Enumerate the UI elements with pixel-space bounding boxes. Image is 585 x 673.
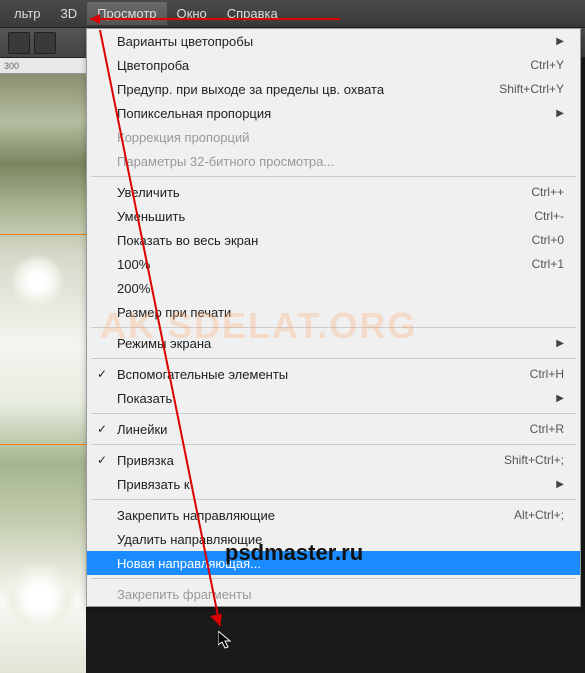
canvas-image xyxy=(0,74,86,673)
menu-separator xyxy=(91,578,576,579)
menu-item[interactable]: ✓ Вспомогательные элементыCtrl+H xyxy=(87,362,580,386)
menu-item: Коррекция пропорций xyxy=(87,125,580,149)
cursor-icon xyxy=(218,631,234,656)
menu-item-shortcut: Shift+Ctrl+; xyxy=(504,453,564,467)
menu-item-shortcut: Ctrl++ xyxy=(531,185,564,199)
menu-item-label: Попиксельная пропорция xyxy=(117,106,556,121)
menu-item-label: 200% xyxy=(117,281,564,296)
menubar: льтр 3D Просмотр Окно Справка xyxy=(0,0,585,28)
menu-item-label: Варианты цветопробы xyxy=(117,34,556,49)
menu-item[interactable]: ✓ ЛинейкиCtrl+R xyxy=(87,417,580,441)
ruler-horizontal: 300 xyxy=(0,58,86,74)
menu-item-label: Закрепить направляющие xyxy=(117,508,514,523)
menu-item[interactable]: Предупр. при выходе за пределы цв. охват… xyxy=(87,77,580,101)
menu-item-label: Предупр. при выходе за пределы цв. охват… xyxy=(117,82,499,97)
tool-button-2[interactable] xyxy=(34,32,56,54)
menu-item: Параметры 32-битного просмотра... xyxy=(87,149,580,173)
menu-separator xyxy=(91,444,576,445)
menu-3d[interactable]: 3D xyxy=(51,2,88,25)
menu-filter[interactable]: льтр xyxy=(4,2,51,25)
menu-item[interactable]: Привязать к▶ xyxy=(87,472,580,496)
menu-item-label: 100% xyxy=(117,257,532,272)
menu-item: Закрепить фрагменты xyxy=(87,582,580,606)
check-icon: ✓ xyxy=(97,453,107,467)
menu-item-shortcut: Ctrl+Y xyxy=(530,58,564,72)
menu-item-label: Вспомогательные элементы xyxy=(117,367,530,382)
menu-item-label: Уменьшить xyxy=(117,209,534,224)
menu-item[interactable]: ✓ ПривязкаShift+Ctrl+; xyxy=(87,448,580,472)
menu-item-label: Линейки xyxy=(117,422,530,437)
submenu-arrow-icon: ▶ xyxy=(556,393,564,404)
menu-item-shortcut: Ctrl+- xyxy=(534,209,564,223)
watermark-fg: psdmaster.ru xyxy=(225,540,363,566)
menu-item[interactable]: ЦветопробаCtrl+Y xyxy=(87,53,580,77)
submenu-arrow-icon: ▶ xyxy=(556,479,564,490)
menu-item-label: Привязка xyxy=(117,453,504,468)
guide-line xyxy=(0,444,86,445)
menu-item[interactable]: Варианты цветопробы▶ xyxy=(87,29,580,53)
menu-item-label: Увеличить xyxy=(117,185,531,200)
menu-item[interactable]: 100%Ctrl+1 xyxy=(87,252,580,276)
watermark-bg: AK SDELAT.ORG xyxy=(100,305,417,347)
submenu-arrow-icon: ▶ xyxy=(556,36,564,47)
guide-line xyxy=(0,234,86,235)
menu-item-shortcut: Ctrl+R xyxy=(530,422,564,436)
submenu-arrow-icon: ▶ xyxy=(556,108,564,119)
check-icon: ✓ xyxy=(97,422,107,436)
menu-item-label: Цветопроба xyxy=(117,58,530,73)
menu-item-label: Показать xyxy=(117,391,556,406)
submenu-arrow-icon: ▶ xyxy=(556,338,564,349)
menu-item-shortcut: Ctrl+H xyxy=(530,367,564,381)
menu-item[interactable]: УменьшитьCtrl+- xyxy=(87,204,580,228)
canvas[interactable] xyxy=(0,74,86,673)
menu-item-shortcut: Ctrl+1 xyxy=(532,257,564,271)
menu-separator xyxy=(91,176,576,177)
tool-button-1[interactable] xyxy=(8,32,30,54)
menu-separator xyxy=(91,413,576,414)
menu-separator xyxy=(91,358,576,359)
menu-view[interactable]: Просмотр xyxy=(87,2,166,25)
menu-item-label: Привязать к xyxy=(117,477,556,492)
menu-item-shortcut: Shift+Ctrl+Y xyxy=(499,82,564,96)
ruler-mark: 300 xyxy=(4,61,19,71)
menu-item-label: Коррекция пропорций xyxy=(117,130,564,145)
menu-item-label: Закрепить фрагменты xyxy=(117,587,564,602)
menu-item-label: Показать во весь экран xyxy=(117,233,532,248)
menu-item[interactable]: УвеличитьCtrl++ xyxy=(87,180,580,204)
menu-help[interactable]: Справка xyxy=(217,2,288,25)
menu-item[interactable]: Закрепить направляющиеAlt+Ctrl+; xyxy=(87,503,580,527)
menu-separator xyxy=(91,499,576,500)
menu-item[interactable]: Показать▶ xyxy=(87,386,580,410)
menu-item-label: Параметры 32-битного просмотра... xyxy=(117,154,564,169)
menu-item-shortcut: Alt+Ctrl+; xyxy=(514,508,564,522)
menu-item[interactable]: Показать во весь экранCtrl+0 xyxy=(87,228,580,252)
menu-item[interactable]: Попиксельная пропорция▶ xyxy=(87,101,580,125)
check-icon: ✓ xyxy=(97,367,107,381)
menu-item-shortcut: Ctrl+0 xyxy=(532,233,564,247)
menu-item[interactable]: 200% xyxy=(87,276,580,300)
menu-window[interactable]: Окно xyxy=(167,2,217,25)
